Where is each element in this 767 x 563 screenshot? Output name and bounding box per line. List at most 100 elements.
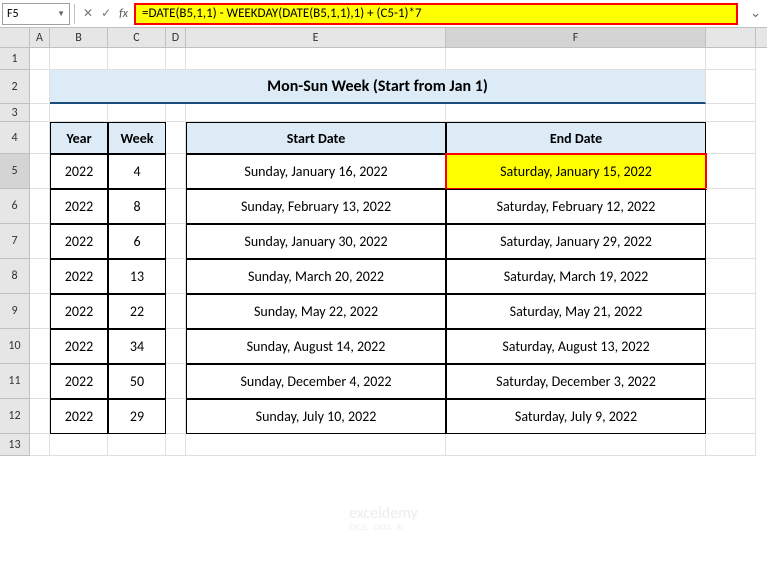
cell[interactable] (166, 399, 186, 434)
cell-end-date[interactable]: Saturday, August 13, 2022 (446, 329, 706, 364)
row-header[interactable]: 7 (0, 224, 30, 259)
cell[interactable] (166, 104, 186, 122)
cell[interactable] (706, 104, 756, 122)
cell[interactable] (166, 224, 186, 259)
col-header-C[interactable]: C (108, 28, 166, 47)
row-header[interactable]: 8 (0, 259, 30, 294)
row-header[interactable]: 12 (0, 399, 30, 434)
row-header-1[interactable]: 1 (0, 48, 30, 70)
enter-icon[interactable]: ✓ (101, 6, 111, 21)
row-header[interactable]: 5 (0, 154, 30, 189)
row-header[interactable]: 6 (0, 189, 30, 224)
cancel-icon[interactable]: ✕ (83, 6, 93, 21)
cell[interactable] (706, 70, 756, 104)
cell[interactable] (446, 434, 706, 456)
cell[interactable] (166, 364, 186, 399)
cell-start-date[interactable]: Sunday, March 20, 2022 (186, 259, 446, 294)
cell[interactable] (50, 434, 108, 456)
cell-week[interactable]: 50 (108, 364, 166, 399)
cell-end-date[interactable]: Saturday, January 15, 2022 (446, 154, 706, 189)
cell-start-date[interactable]: Sunday, January 16, 2022 (186, 154, 446, 189)
header-week[interactable]: Week (108, 122, 166, 154)
cell[interactable] (706, 399, 756, 434)
row-header-13[interactable]: 13 (0, 434, 30, 456)
cell[interactable] (706, 48, 756, 70)
cell[interactable] (706, 259, 756, 294)
cell[interactable] (30, 364, 50, 399)
row-header[interactable]: 10 (0, 329, 30, 364)
cell[interactable] (706, 189, 756, 224)
cell-end-date[interactable]: Saturday, January 29, 2022 (446, 224, 706, 259)
row-header-4[interactable]: 4 (0, 122, 30, 154)
cell[interactable] (50, 48, 108, 70)
cell[interactable] (30, 224, 50, 259)
cell-week[interactable]: 22 (108, 294, 166, 329)
cell-start-date[interactable]: Sunday, August 14, 2022 (186, 329, 446, 364)
row-header-3[interactable]: 3 (0, 104, 30, 122)
formula-input[interactable]: =DATE(B5,1,1) - WEEKDAY(DATE(B5,1,1),1) … (134, 3, 738, 25)
cell-start-date[interactable]: Sunday, July 10, 2022 (186, 399, 446, 434)
cell[interactable] (706, 434, 756, 456)
header-end[interactable]: End Date (446, 122, 706, 154)
cell[interactable] (30, 294, 50, 329)
select-all-corner[interactable] (0, 28, 30, 47)
cell[interactable] (186, 104, 446, 122)
cell-year[interactable]: 2022 (50, 259, 108, 294)
row-header[interactable]: 11 (0, 364, 30, 399)
cell[interactable] (166, 48, 186, 70)
cell-week[interactable]: 8 (108, 189, 166, 224)
cell[interactable] (108, 434, 166, 456)
cell-end-date[interactable]: Saturday, December 3, 2022 (446, 364, 706, 399)
cell[interactable] (50, 104, 108, 122)
cell[interactable] (186, 48, 446, 70)
cell-week[interactable]: 6 (108, 224, 166, 259)
cell[interactable] (108, 104, 166, 122)
cell-year[interactable]: 2022 (50, 329, 108, 364)
col-header-D[interactable]: D (166, 28, 186, 47)
cell[interactable] (108, 48, 166, 70)
cell[interactable] (706, 154, 756, 189)
cell[interactable] (30, 189, 50, 224)
col-header-E[interactable]: E (186, 28, 446, 47)
cell[interactable] (706, 329, 756, 364)
row-header-2[interactable]: 2 (0, 70, 30, 104)
cell-year[interactable]: 2022 (50, 294, 108, 329)
cell-week[interactable]: 13 (108, 259, 166, 294)
cell-year[interactable]: 2022 (50, 399, 108, 434)
expand-formula-icon[interactable]: ⌄ (744, 6, 767, 21)
cell[interactable] (166, 189, 186, 224)
col-header-F[interactable]: F (446, 28, 706, 47)
cell-end-date[interactable]: Saturday, May 21, 2022 (446, 294, 706, 329)
cell[interactable] (30, 104, 50, 122)
cell-start-date[interactable]: Sunday, May 22, 2022 (186, 294, 446, 329)
cell[interactable] (706, 224, 756, 259)
cell[interactable] (706, 122, 756, 154)
col-header-extra[interactable] (706, 28, 756, 47)
col-header-A[interactable]: A (30, 28, 50, 47)
cell-end-date[interactable]: Saturday, February 12, 2022 (446, 189, 706, 224)
cell-start-date[interactable]: Sunday, December 4, 2022 (186, 364, 446, 399)
cell-year[interactable]: 2022 (50, 189, 108, 224)
cell[interactable] (166, 122, 186, 154)
cell[interactable] (30, 122, 50, 154)
cell-end-date[interactable]: Saturday, July 9, 2022 (446, 399, 706, 434)
cell[interactable] (166, 329, 186, 364)
cell-year[interactable]: 2022 (50, 224, 108, 259)
cell[interactable] (166, 154, 186, 189)
cell[interactable] (706, 364, 756, 399)
cell[interactable] (446, 104, 706, 122)
cell[interactable] (30, 399, 50, 434)
cell[interactable] (166, 434, 186, 456)
header-year[interactable]: Year (50, 122, 108, 154)
cell-year[interactable]: 2022 (50, 154, 108, 189)
cell[interactable] (446, 48, 706, 70)
title-cell[interactable]: Mon-Sun Week (Start from Jan 1) (50, 70, 706, 104)
cell[interactable] (30, 154, 50, 189)
cell[interactable] (186, 434, 446, 456)
cell[interactable] (166, 294, 186, 329)
cell-year[interactable]: 2022 (50, 364, 108, 399)
col-header-B[interactable]: B (50, 28, 108, 47)
row-header[interactable]: 9 (0, 294, 30, 329)
cell-end-date[interactable]: Saturday, March 19, 2022 (446, 259, 706, 294)
name-box[interactable]: F5 ▼ (2, 3, 70, 25)
